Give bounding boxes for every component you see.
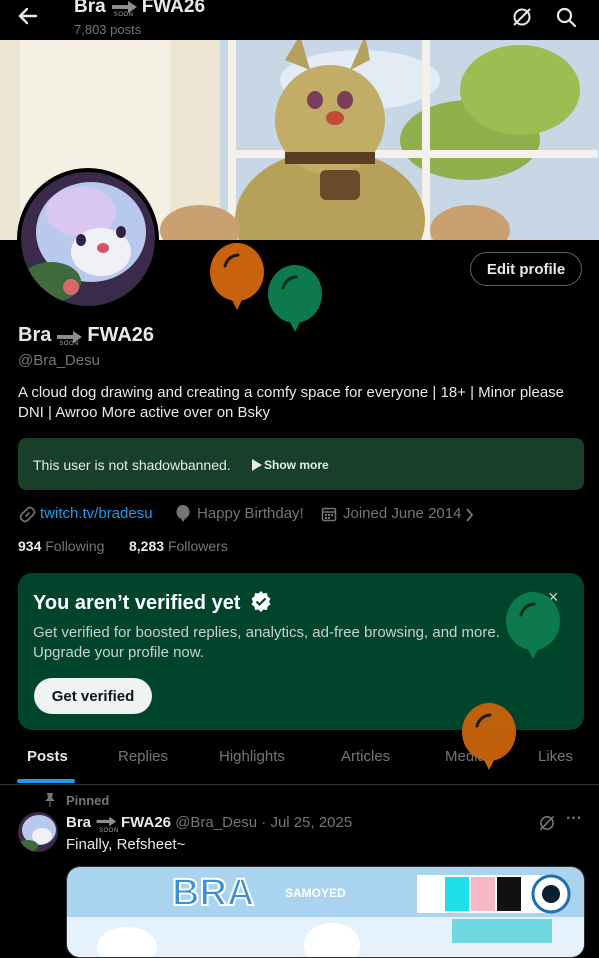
profile-avatar[interactable] (17, 168, 159, 310)
header-title: Bra SOON FWA26 (74, 0, 205, 18)
header-name-right: FWA26 (141, 0, 206, 17)
tab-likes[interactable]: Likes (538, 748, 573, 765)
balloon-icon (176, 505, 190, 522)
profile-website-link[interactable]: twitch.tv/bradesu (40, 505, 153, 522)
followers-link[interactable]: 8,283 Followers (129, 538, 228, 554)
search-icon[interactable] (555, 6, 577, 28)
green-balloon-icon (506, 592, 560, 659)
tab-highlights[interactable]: Highlights (219, 748, 285, 765)
profile-name-left: Bra (18, 324, 52, 346)
verify-title-text: You aren’t verified yet (33, 592, 241, 614)
orange-balloon-icon (462, 703, 516, 770)
following-count: 934 (18, 538, 42, 554)
followers-count: 8,283 (129, 538, 165, 554)
soon-label: SOON (59, 340, 80, 347)
orange-balloon-icon (210, 243, 264, 310)
verify-card-body: Get verified for boosted replies, analyt… (33, 624, 500, 661)
soon-arrow-icon: SOON (55, 327, 83, 347)
grok-icon[interactable] (511, 6, 533, 28)
post-name-right: FWA26 (121, 814, 172, 831)
back-arrow-icon[interactable] (14, 4, 42, 28)
get-verified-button[interactable]: Get verified (34, 678, 152, 714)
profile-handle: @Bra_Desu (18, 352, 100, 369)
more-options-icon[interactable]: ··· (566, 810, 582, 828)
post-name-left: Bra (66, 814, 92, 831)
pin-icon (45, 793, 55, 807)
active-tab-indicator (17, 779, 75, 783)
media-title: BRA (172, 872, 254, 914)
joined-date[interactable]: Joined June 2014 (343, 505, 461, 522)
header-posts-count: 7,803 posts (74, 22, 142, 37)
tab-replies[interactable]: Replies (118, 748, 168, 765)
post-media-image[interactable]: BRA SAMOYED (66, 866, 585, 958)
pinned-label: Pinned (66, 793, 110, 808)
tab-posts[interactable]: Posts (27, 748, 68, 765)
tab-articles[interactable]: Articles (341, 748, 390, 765)
show-more-button[interactable]: Show more (264, 458, 329, 472)
shadowban-status-box: This user is not shadowbanned. Show more (18, 438, 584, 490)
soon-label: SOON (113, 11, 134, 18)
edit-profile-button[interactable]: Edit profile (470, 252, 582, 286)
soon-arrow-icon: SOON (110, 0, 138, 18)
post-author-avatar[interactable] (18, 812, 58, 852)
verified-badge-icon (251, 591, 271, 612)
following-link[interactable]: 934 Following (18, 538, 104, 554)
profile-header-bar: Bra SOON FWA26 7,803 posts (0, 0, 599, 40)
soon-arrow-icon: SOON (95, 814, 119, 835)
birthday-text: Happy Birthday! (197, 505, 304, 522)
chevron-right-icon[interactable] (465, 508, 474, 522)
play-triangle-icon (252, 459, 262, 471)
post-text: Finally, Refsheet~ (66, 836, 186, 853)
following-label: Following (45, 538, 105, 554)
followers-label: Followers (167, 538, 228, 554)
link-icon (19, 506, 36, 523)
profile-display-name: Bra SOON FWA26 (18, 324, 154, 347)
post-author[interactable]: Bra SOON FWA26 @Bra_Desu · Jul 25, 2025 (66, 814, 353, 835)
shadowban-text: This user is not shadowbanned. (33, 457, 231, 473)
grok-icon[interactable] (538, 814, 556, 832)
green-balloon-icon (268, 265, 322, 332)
calendar-icon (321, 507, 337, 522)
post-handle-date: @Bra_Desu · Jul 25, 2025 (175, 814, 353, 831)
profile-bio: A cloud dog drawing and creating a comfy… (18, 384, 565, 421)
profile-name-right: FWA26 (87, 324, 155, 346)
header-name-left: Bra (74, 0, 106, 17)
media-subtitle: SAMOYED (285, 886, 346, 900)
verify-card-title: You aren’t verified yet (33, 590, 272, 615)
soon-label: SOON (99, 828, 119, 835)
